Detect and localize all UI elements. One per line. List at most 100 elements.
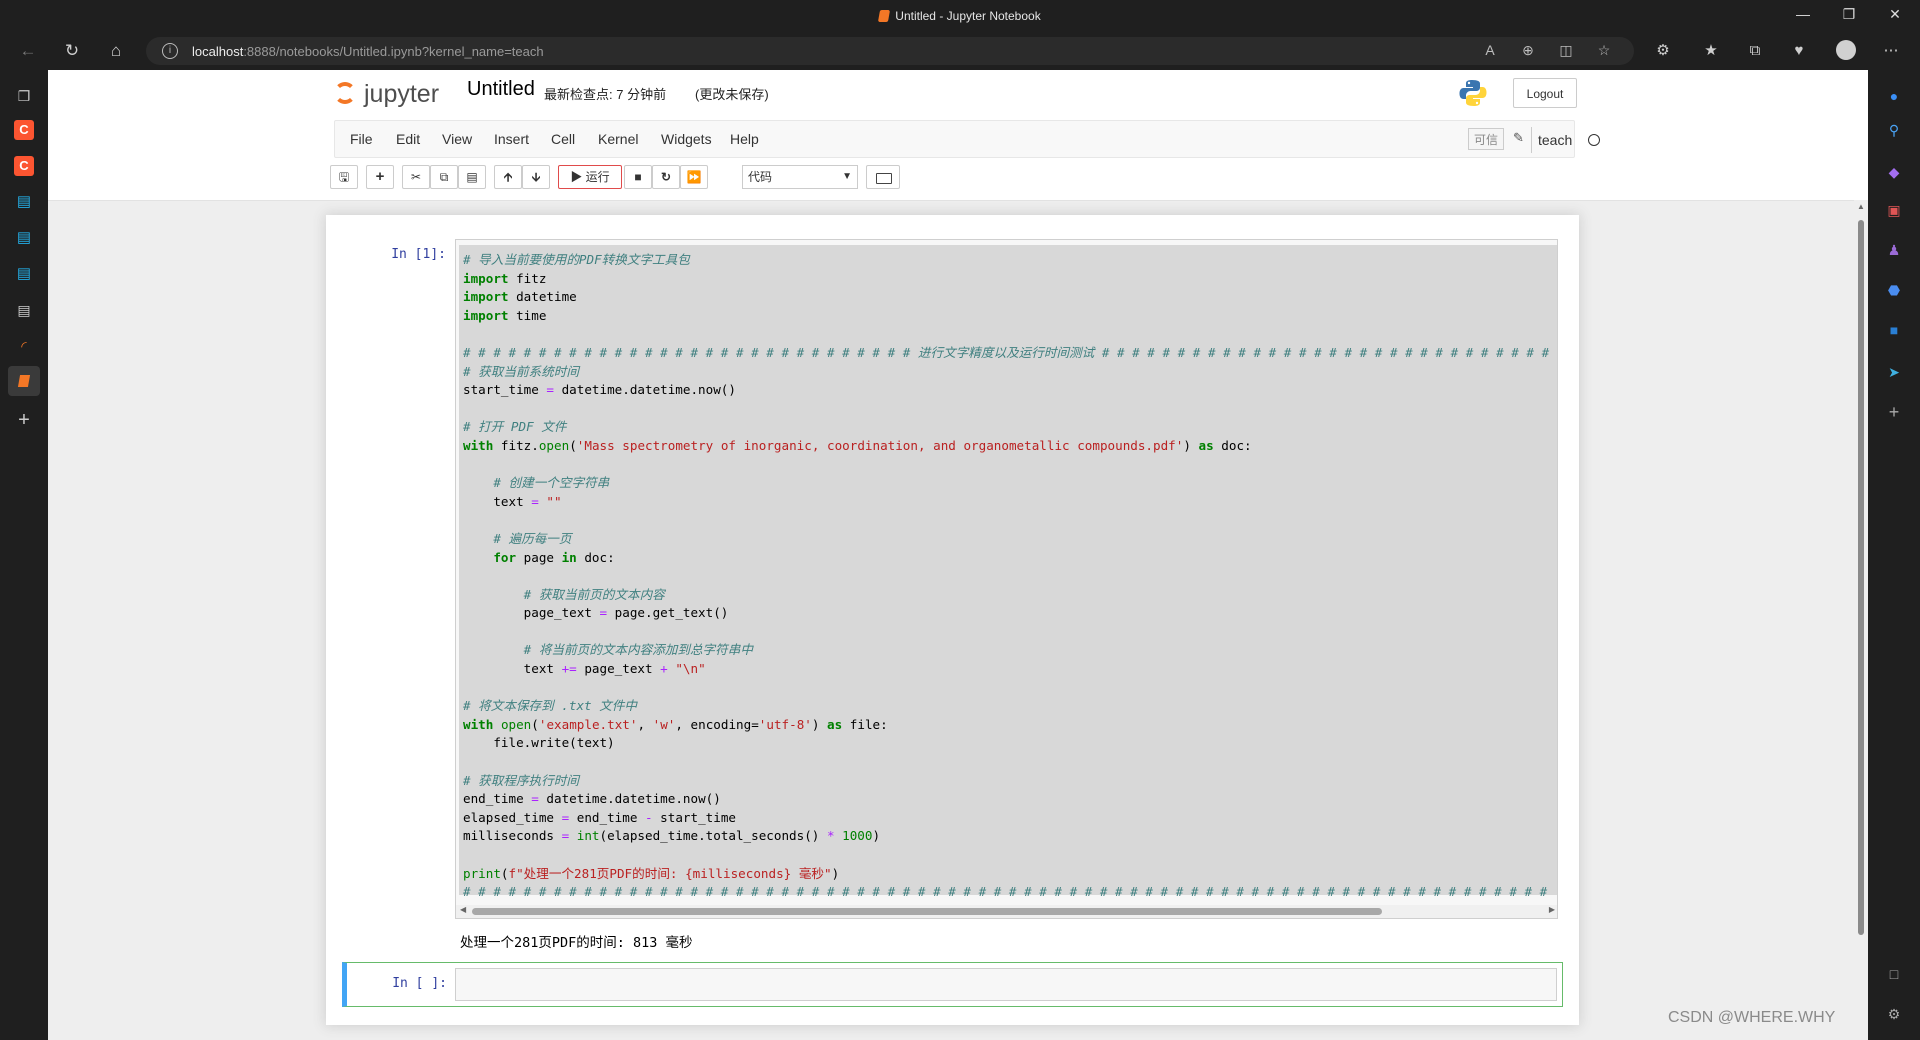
edit-mode-pencil-icon: ✎: [1513, 130, 1524, 145]
extensions-icon[interactable]: ⚙: [1652, 41, 1674, 61]
kernel-indicator: teach: [1531, 127, 1605, 153]
document-tab-icon[interactable]: ▤: [14, 300, 34, 320]
scroll-left-icon[interactable]: ◀: [460, 905, 466, 914]
more-menu-icon[interactable]: ⋯: [1880, 41, 1902, 61]
plus-icon: +: [375, 168, 385, 185]
url-host: localhost: [192, 44, 244, 59]
csdn-tab-icon-2[interactable]: C: [14, 156, 34, 176]
collections-icon[interactable]: ⧉: [1744, 41, 1766, 61]
copy-button[interactable]: ⧉: [430, 165, 458, 189]
code-text[interactable]: # 导入当前要使用的PDF转换文字工具包 import fitz import …: [463, 251, 1549, 902]
menu-widgets[interactable]: Widgets: [661, 131, 712, 147]
sidebar-layout-icon[interactable]: □: [1884, 964, 1904, 984]
site-info-icon[interactable]: i: [162, 43, 178, 59]
command-palette-button[interactable]: [866, 165, 900, 189]
arrow-up-icon: 🡩: [503, 170, 513, 184]
read-aloud-icon[interactable]: A: [1480, 42, 1500, 58]
favorites-icon[interactable]: ★: [1700, 41, 1722, 61]
favorite-star-icon[interactable]: ☆: [1594, 42, 1614, 59]
restart-button[interactable]: ↻: [652, 165, 680, 189]
cell-1-code-editor[interactable]: # 导入当前要使用的PDF转换文字工具包 import fitz import …: [455, 239, 1558, 919]
move-up-button[interactable]: 🡩: [494, 165, 522, 189]
bilibili-tab-icon-2[interactable]: ▤: [14, 228, 34, 248]
page-vertical-scrollbar[interactable]: ▲: [1854, 200, 1868, 1040]
move-down-button[interactable]: 🡫: [522, 165, 550, 189]
games-icon[interactable]: ♟: [1884, 240, 1904, 260]
home-icon[interactable]: ⌂: [104, 40, 128, 62]
paste-button[interactable]: ▤: [458, 165, 486, 189]
jupyter-logo[interactable]: jupyter: [334, 76, 474, 114]
browser-essentials-icon[interactable]: ♥: [1788, 41, 1810, 61]
tools-icon[interactable]: ▣: [1884, 200, 1904, 220]
back-icon[interactable]: ←: [16, 40, 40, 62]
scroll-right-icon[interactable]: ▶: [1549, 905, 1555, 914]
url-text[interactable]: localhost:8888/notebooks/Untitled.ipynb?…: [192, 44, 544, 59]
sidebar-settings-icon[interactable]: ⚙: [1884, 1004, 1904, 1024]
arrow-down-icon: 🡫: [531, 170, 541, 184]
new-tab-icon[interactable]: +: [14, 410, 34, 430]
cut-button[interactable]: ✂: [402, 165, 430, 189]
tab-actions-icon[interactable]: ❐: [14, 86, 34, 106]
fast-forward-icon: ⏩: [686, 170, 702, 184]
python-logo-icon: [1459, 80, 1487, 106]
copilot-icon[interactable]: ⬣: [1884, 280, 1904, 300]
refresh-icon[interactable]: ↻: [60, 40, 84, 62]
browser-toolbar: ← ↻ ⌂ i localhost:8888/notebooks/Untitle…: [0, 32, 1920, 70]
minimize-button[interactable]: —: [1780, 6, 1826, 22]
bilibili-tab-icon-3[interactable]: ▤: [14, 264, 34, 284]
horizontal-scrollbar[interactable]: ◀ ▶: [456, 905, 1557, 918]
restart-run-all-button[interactable]: ⏩: [680, 165, 708, 189]
bell-icon[interactable]: ●: [1884, 86, 1904, 106]
cell-2-code-editor[interactable]: [455, 968, 1557, 1001]
page-scrollbar-thumb[interactable]: [1858, 220, 1864, 935]
save-button[interactable]: 🖫: [330, 165, 358, 189]
menu-kernel[interactable]: Kernel: [598, 131, 638, 147]
trusted-indicator[interactable]: 可信: [1468, 128, 1504, 150]
cell-type-select[interactable]: 代码 ▼: [742, 165, 858, 189]
notebook-toolbar: 🖫 + ✂ ⧉ ▤ 🡩 🡫 ▶ 运行 ■ ↻ ⏩ 代码 ▼: [48, 158, 1868, 201]
restart-icon: ↻: [660, 170, 672, 184]
profile-avatar[interactable]: [1836, 40, 1856, 60]
window-titlebar: Untitled - Jupyter Notebook — ❐ ✕: [0, 0, 1920, 32]
jupyter-header: jupyter Untitled 最新检查点: 7 分钟前 (更改未保存) Lo…: [48, 70, 1868, 120]
menu-view[interactable]: View: [442, 131, 472, 147]
notebook-name[interactable]: Untitled: [467, 78, 535, 101]
cell-1-output: 处理一个281页PDF的时间: 813 毫秒: [460, 935, 693, 951]
menu-insert[interactable]: Insert: [494, 131, 529, 147]
menu-file[interactable]: File: [350, 131, 373, 147]
browser-left-sidebar: ❐ C C ▤ ▤ ▤ ▤ ◜ +: [0, 70, 48, 1040]
logout-button[interactable]: Logout: [1513, 78, 1577, 108]
active-tab-icon: [17, 375, 31, 387]
url-path: :8888/notebooks/Untitled.ipynb?kernel_na…: [243, 44, 544, 59]
cell-2[interactable]: In [ ]:: [342, 962, 1563, 1007]
sidebar-add-icon[interactable]: +: [1884, 402, 1904, 422]
address-bar[interactable]: i localhost:8888/notebooks/Untitled.ipyn…: [146, 37, 1634, 65]
insert-cell-button[interactable]: +: [366, 165, 394, 189]
csdn-tab-icon[interactable]: C: [14, 120, 34, 140]
cell-type-value: 代码: [748, 170, 773, 184]
checkpoint-status: 最新检查点: 7 分钟前: [544, 87, 667, 102]
zoom-icon[interactable]: ⊕: [1518, 42, 1538, 59]
shopping-icon[interactable]: ◆: [1884, 162, 1904, 182]
interrupt-button[interactable]: ■: [624, 165, 652, 189]
outlook-icon[interactable]: ■: [1884, 320, 1904, 340]
copy-icon: ⧉: [439, 170, 449, 184]
send-icon[interactable]: ➤: [1884, 362, 1904, 382]
menu-cell[interactable]: Cell: [551, 131, 575, 147]
bilibili-tab-icon[interactable]: ▤: [14, 192, 34, 212]
run-label: 运行: [585, 170, 610, 184]
search-icon[interactable]: ⚲: [1884, 120, 1904, 140]
active-tab[interactable]: [8, 366, 40, 396]
reader-view-icon[interactable]: ◫: [1556, 42, 1576, 59]
kernel-name: teach: [1538, 132, 1573, 148]
menu-edit[interactable]: Edit: [396, 131, 420, 147]
scrollbar-thumb[interactable]: [472, 908, 1382, 915]
maximize-button[interactable]: ❐: [1826, 6, 1872, 23]
close-window-button[interactable]: ✕: [1872, 6, 1918, 23]
jupyter-tab-icon-2[interactable]: ◜: [14, 336, 34, 356]
cell-1-prompt: In [1]:: [391, 247, 446, 262]
scroll-up-icon[interactable]: ▲: [1857, 202, 1865, 211]
run-button[interactable]: ▶ 运行: [558, 165, 622, 189]
paste-icon: ▤: [466, 170, 478, 184]
menu-help[interactable]: Help: [730, 131, 759, 147]
